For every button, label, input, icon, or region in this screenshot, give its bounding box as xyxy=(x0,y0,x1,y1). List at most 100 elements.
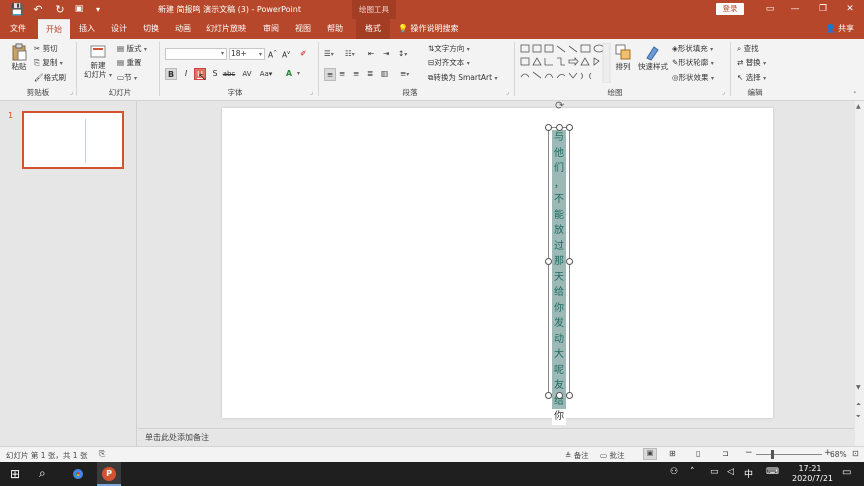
shadow-button[interactable]: S xyxy=(209,68,221,80)
para-more-icon[interactable]: ≡▾ xyxy=(400,68,409,80)
scroll-up-icon[interactable]: ▲ xyxy=(856,103,861,110)
bold-button[interactable]: B xyxy=(165,68,177,80)
columns-icon[interactable]: ▥ xyxy=(381,68,388,79)
powerpoint-taskbar-button[interactable]: P xyxy=(97,462,121,486)
decrease-indent-icon[interactable]: ⇤ xyxy=(368,48,374,59)
align-right-icon[interactable]: ≡ xyxy=(353,68,359,79)
notes-pane[interactable]: 单击此处添加备注 xyxy=(138,428,854,446)
tell-me-search[interactable]: 💡 操作说明搜索 xyxy=(398,19,459,39)
increase-indent-icon[interactable]: ⇥ xyxy=(383,48,389,59)
network-icon[interactable]: ▭ xyxy=(710,467,719,477)
next-slide-icon[interactable]: ⏷ xyxy=(856,413,861,421)
ribbon-display-icon[interactable]: ▭ xyxy=(760,2,780,17)
drawing-launcher-icon[interactable]: ⌟ xyxy=(722,89,725,96)
prev-slide-icon[interactable]: ⏶ xyxy=(856,401,861,409)
notes-toggle[interactable]: ≜ 备注 xyxy=(565,450,589,461)
resize-handle[interactable] xyxy=(566,124,573,131)
zoom-slider[interactable] xyxy=(756,454,822,455)
resize-handle[interactable] xyxy=(545,258,552,265)
zoom-thumb[interactable] xyxy=(771,450,774,459)
close-icon[interactable]: ✕ xyxy=(840,2,860,17)
collapse-ribbon-icon[interactable]: ˄ xyxy=(853,91,857,99)
reading-view-icon[interactable]: ▯ xyxy=(696,449,700,458)
resize-handle[interactable] xyxy=(545,124,552,131)
customize-qa-icon[interactable]: ▾ xyxy=(91,3,105,16)
copy-button[interactable]: ⎘ 复制 ▾ xyxy=(34,57,63,69)
shapes-gallery[interactable] xyxy=(519,43,611,83)
vertical-scrollbar[interactable]: ▲ ▼ ⏶ ⏷ xyxy=(855,101,864,446)
clock[interactable]: 17:21 2020/7/21 xyxy=(792,464,833,484)
slideshow-icon[interactable]: ⊐ xyxy=(722,449,729,458)
strikethrough-button[interactable]: abc xyxy=(222,68,236,80)
resize-handle[interactable] xyxy=(566,392,573,399)
align-text-button[interactable]: ⊟对齐文本 ▾ xyxy=(428,57,470,69)
reset-button[interactable]: ▤ 重置 xyxy=(117,57,141,68)
line-spacing-icon[interactable]: ↕▾ xyxy=(398,48,407,60)
format-painter-button[interactable]: 🖌格式刷 xyxy=(34,72,66,83)
slide-canvas[interactable] xyxy=(222,108,773,418)
cut-button[interactable]: ✂ 剪切 xyxy=(34,43,58,54)
tray-chevron-icon[interactable]: ˄ xyxy=(690,467,695,477)
paragraph-launcher-icon[interactable]: ⌟ xyxy=(506,89,509,96)
tab-design[interactable]: 设计 xyxy=(106,19,132,39)
accessibility-icon[interactable]: ⎘ xyxy=(99,449,105,459)
tab-transitions[interactable]: 切换 xyxy=(138,19,164,39)
font-color-button[interactable]: A xyxy=(283,68,295,80)
rotate-handle-icon[interactable]: ⟳ xyxy=(555,99,564,112)
tab-view[interactable]: 视图 xyxy=(290,19,316,39)
slide-thumbnail[interactable] xyxy=(22,111,124,169)
present-icon[interactable]: ▣ xyxy=(72,3,86,16)
minimize-icon[interactable]: — xyxy=(785,2,805,17)
restore-icon[interactable]: ❐ xyxy=(813,2,833,17)
align-left-icon[interactable]: ≡ xyxy=(324,68,336,81)
bullets-button[interactable]: ☰▾ xyxy=(324,48,334,60)
notifications-icon[interactable]: ▭ xyxy=(842,467,851,478)
ime-indicator[interactable]: 中 xyxy=(744,467,753,480)
chevron-down-icon[interactable]: ▾ xyxy=(297,70,300,77)
change-case-button[interactable]: Aa▾ xyxy=(258,68,274,80)
resize-handle[interactable] xyxy=(566,258,573,265)
resize-handle[interactable] xyxy=(545,392,552,399)
font-launcher-icon[interactable]: ⌟ xyxy=(310,89,313,96)
comments-toggle[interactable]: ▭ 批注 xyxy=(600,450,624,461)
tab-home[interactable]: 开始 xyxy=(38,19,70,39)
numbering-button[interactable]: ☷▾ xyxy=(345,48,355,60)
shape-fill-button[interactable]: ◈形状填充 ▾ xyxy=(672,43,713,55)
search-icon[interactable]: ⌕ xyxy=(39,466,46,481)
tab-animations[interactable]: 动画 xyxy=(170,19,196,39)
shape-effects-button[interactable]: ◎形状效果 ▾ xyxy=(672,72,714,84)
windows-start-icon[interactable]: ⊞ xyxy=(10,467,20,481)
resize-handle[interactable] xyxy=(556,124,563,131)
tab-slideshow[interactable]: 幻灯片放映 xyxy=(203,19,249,39)
fit-slide-icon[interactable]: ⊡ xyxy=(852,449,859,458)
tab-help[interactable]: 帮助 xyxy=(322,19,348,39)
new-slide-button[interactable]: 新建 幻灯片 ▾ xyxy=(82,43,114,80)
paste-button[interactable]: 粘贴 xyxy=(6,43,32,72)
tab-file[interactable]: 文件 xyxy=(4,19,32,39)
replace-button[interactable]: ⇄ 替换 ▾ xyxy=(737,57,766,69)
login-button[interactable]: 登录 xyxy=(716,3,744,15)
char-spacing-button[interactable]: AV xyxy=(238,68,256,80)
tab-review[interactable]: 审阅 xyxy=(258,19,284,39)
select-button[interactable]: ↖ 选择 ▾ xyxy=(737,72,766,84)
tab-insert[interactable]: 插入 xyxy=(74,19,100,39)
resize-handle[interactable] xyxy=(556,392,563,399)
people-icon[interactable]: ⚇ xyxy=(670,467,678,477)
text-direction-button[interactable]: ⇅文字方向 ▾ xyxy=(428,43,470,55)
find-button[interactable]: ⌕ 查找 xyxy=(737,43,759,54)
keyboard-icon[interactable]: ⌨ xyxy=(766,467,779,477)
clear-format-icon[interactable]: ✐ xyxy=(300,48,306,59)
section-button[interactable]: ▭节 ▾ xyxy=(117,72,137,84)
vertical-text[interactable]: 与他们，不能放过那天给你发动大呢友给你 xyxy=(552,130,566,425)
chrome-icon[interactable] xyxy=(71,467,85,481)
undo-icon[interactable]: ↶ xyxy=(31,3,45,16)
align-center-icon[interactable]: ≡ xyxy=(339,68,345,79)
italic-button[interactable]: I xyxy=(180,68,192,80)
share-button[interactable]: 👤 共享 xyxy=(825,19,854,39)
save-icon[interactable]: 💾 xyxy=(10,3,24,16)
normal-view-icon[interactable]: ▣ xyxy=(643,448,657,460)
justify-icon[interactable]: ≣ xyxy=(367,68,373,79)
clipboard-launcher-icon[interactable]: ⌟ xyxy=(70,89,73,96)
zoom-level[interactable]: 68% xyxy=(830,450,847,459)
smartart-button[interactable]: ⧉转换为 SmartArt ▾ xyxy=(428,72,498,84)
